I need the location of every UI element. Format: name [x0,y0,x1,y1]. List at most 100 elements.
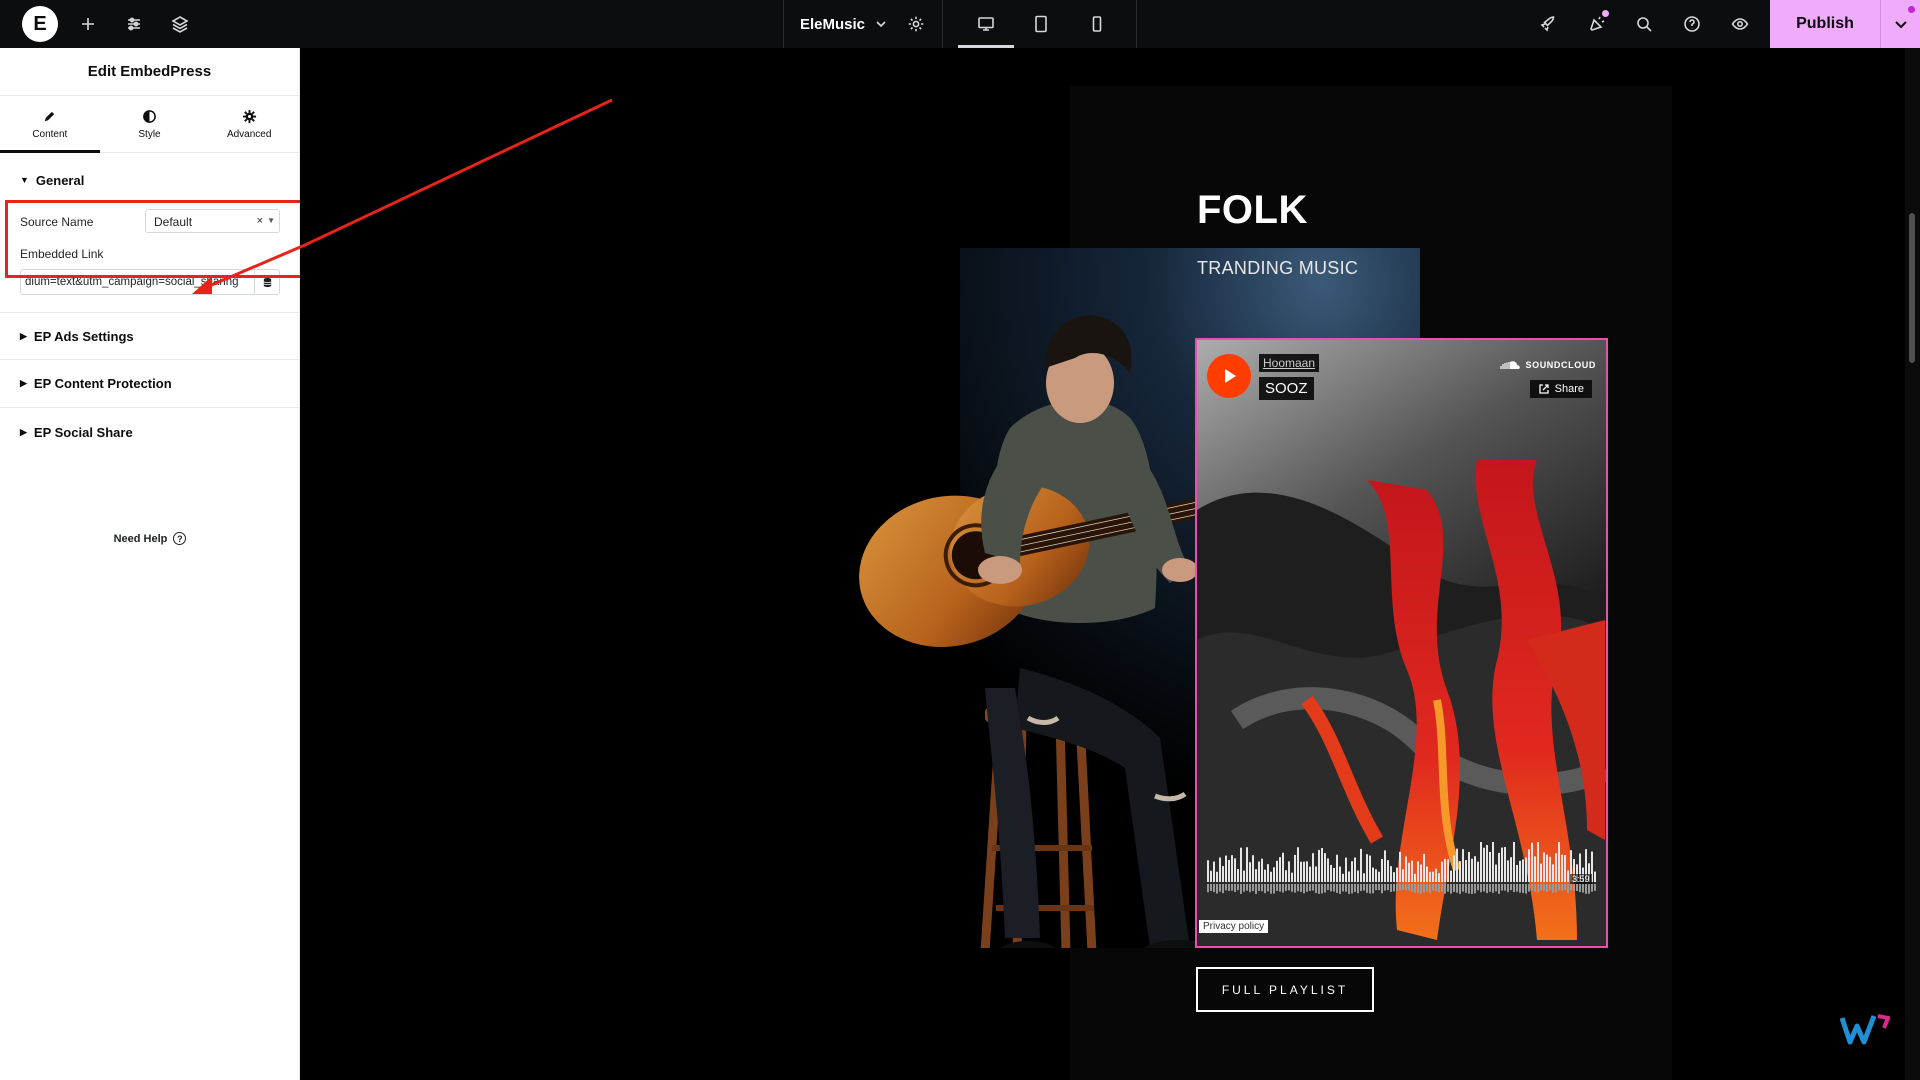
waveform-bar [1291,872,1293,882]
waveform-bar [1594,871,1596,882]
share-button[interactable]: Share [1529,380,1592,398]
track-title[interactable]: SOOZ [1259,377,1314,400]
database-icon [263,277,271,287]
scrollbar-thumb[interactable] [1909,213,1915,363]
waveform-reflection-bar [1294,884,1296,893]
play-button[interactable] [1207,354,1251,398]
waveform-reflection-bar [1375,884,1377,891]
waveform-bar [1429,871,1431,882]
waveform-reflection-bar [1372,884,1374,894]
waveform-reflection-bar [1237,884,1239,891]
soundcloud-brand[interactable]: SOUNDCLOUD [1499,360,1597,370]
site-settings-sliders-icon[interactable] [110,0,158,48]
waveform-reflection-bar [1327,884,1329,891]
waveform-bar [1462,849,1464,882]
canvas-scrollbar[interactable] [1905,48,1920,1080]
waveform[interactable] [1207,842,1597,900]
waveform-reflection-bar [1210,884,1212,891]
waveform-reflection-bar [1396,884,1398,892]
waveform-reflection-bar [1435,884,1437,892]
section-heading: FOLK [1197,188,1308,232]
waveform-bar [1405,856,1407,882]
waveform-bar [1315,866,1317,882]
publish-button[interactable]: Publish [1770,0,1880,48]
waveform-bar [1564,855,1566,882]
tab-content[interactable]: Content [0,96,100,152]
waveform-reflection-bar [1513,884,1515,893]
waveform-bar [1384,850,1386,882]
desktop-device-icon[interactable] [962,0,1010,48]
waveform-bar [1348,871,1350,882]
waveform-bar [1558,842,1560,882]
privacy-policy-link[interactable]: Privacy policy [1199,920,1269,933]
page-settings-gear-icon[interactable] [892,0,940,48]
waveform-reflection-bar [1414,884,1416,894]
waveform-bar [1243,870,1245,882]
waveform-reflection-bar [1249,884,1251,893]
waveform-bar [1342,873,1344,882]
waveform-reflection-bar [1333,884,1335,892]
tablet-device-icon[interactable] [1017,0,1065,48]
waveform-reflection-bar [1318,884,1320,894]
waveform-bar [1375,869,1377,882]
launch-rocket-icon[interactable] [1524,0,1572,48]
preview-eye-icon[interactable] [1716,0,1764,48]
section-general-header[interactable]: ▼ General [0,153,299,207]
waveform-reflection-bar [1267,884,1269,892]
help-question-icon[interactable] [1668,0,1716,48]
waveform-bar [1306,861,1308,882]
share-label: Share [1554,383,1584,395]
mobile-device-icon[interactable] [1073,0,1121,48]
section-ep-content-protection-header[interactable]: ▶ EP Content Protection [0,360,299,408]
structure-layers-icon[interactable] [156,0,204,48]
tab-style[interactable]: Style [100,96,200,152]
waveform-reflection-bar [1456,884,1458,893]
waveform-bar [1282,852,1284,882]
waveform-bar [1213,861,1215,882]
waveform-reflection-bar [1564,884,1566,891]
whats-new-icon[interactable] [1573,0,1621,48]
waveform-reflection-bar [1300,884,1302,892]
section-ep-social-share-header[interactable]: ▶ EP Social Share [0,408,299,456]
waveform-reflection-bar [1207,884,1209,893]
add-element-icon[interactable] [64,0,112,48]
waveform-reflection-bar [1510,884,1512,891]
need-help-link[interactable]: Need Help ? [0,532,300,545]
artist-link[interactable]: Hoomaan [1259,354,1320,372]
waveform-bar [1447,859,1449,882]
preview-canvas: FOLK TRANDING MUSIC Hoomaan SOOZ SOUNDCL… [300,48,1920,1080]
waveform-bar [1459,861,1461,882]
waveform-bar [1390,866,1392,882]
waveform-reflection-bar [1492,884,1494,893]
elementor-logo[interactable]: E [22,6,58,42]
soundcloud-embed[interactable]: Hoomaan SOOZ SOUNDCLOUD Share 3:59 Priva… [1195,338,1608,948]
waveform-reflection-bar [1426,884,1428,892]
waveform-bar [1381,858,1383,882]
annotation-highlight-box [5,200,317,278]
full-playlist-button[interactable]: FULL PLAYLIST [1196,967,1374,1012]
waveform-reflection-bar [1225,884,1227,891]
waveform-bar [1516,865,1518,882]
waveform-reflection-bar [1243,884,1245,892]
waveform-reflection-bar [1354,884,1356,892]
waveform-reflection-bar [1543,884,1545,892]
caret-right-icon: ▶ [20,330,27,341]
waveform-reflection-bar [1504,884,1506,891]
waveform-bar [1444,858,1446,882]
waveform-bar [1219,857,1221,882]
waveform-reflection-bar [1528,884,1530,892]
tab-advanced[interactable]: Advanced [199,96,299,152]
waveform-reflection-bar [1423,884,1425,893]
waveform-reflection-bar [1402,884,1404,891]
waveform-bar [1510,857,1512,882]
waveform-reflection-bar [1501,884,1503,891]
waveform-bar [1255,869,1257,882]
waveform-reflection-bar [1378,884,1380,891]
waveform-bar [1408,862,1410,882]
waveform-reflection-bar [1216,884,1218,894]
waveform-reflection-bar [1339,884,1341,894]
search-icon[interactable] [1620,0,1668,48]
tab-content-label: Content [32,128,68,140]
waveform-bar [1210,870,1212,882]
section-ep-ads-header[interactable]: ▶ EP Ads Settings [0,312,299,360]
